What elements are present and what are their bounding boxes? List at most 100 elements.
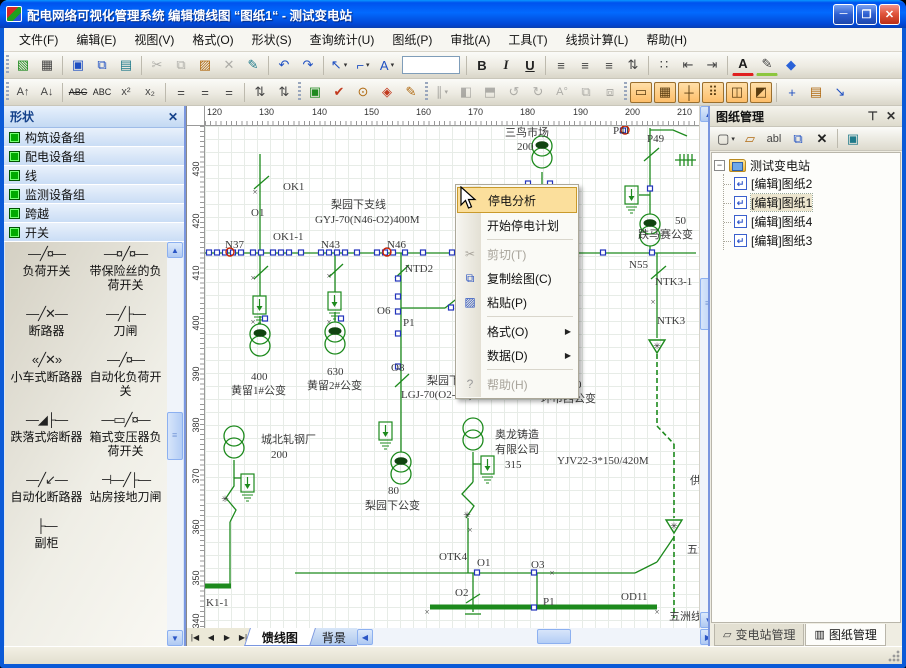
shape-item[interactable]: —╱¤—负荷开关 xyxy=(7,246,86,292)
fill-color-button[interactable]: ◆ xyxy=(780,55,802,76)
menu-item-1[interactable]: 文件(F) xyxy=(10,28,67,51)
shape-item[interactable]: «╱✕»小车式断路器 xyxy=(7,352,86,398)
tree-node-sheet[interactable]: ↵[编辑]图纸4 xyxy=(732,212,898,231)
toolbar-grip[interactable] xyxy=(624,82,627,102)
transformer-symbol[interactable] xyxy=(250,324,270,356)
bold-button[interactable]: B xyxy=(471,55,493,76)
menu-item-7[interactable]: 图纸(P) xyxy=(383,28,441,51)
scroll-up-icon[interactable]: ▲ xyxy=(167,242,183,258)
selection-handle[interactable] xyxy=(279,250,284,255)
shrink-font-button[interactable]: A↓ xyxy=(36,82,58,103)
shapes-panel-close-icon[interactable]: ✕ xyxy=(168,110,178,124)
pan-zoom-button[interactable]: + xyxy=(781,82,803,103)
strikethrough-button[interactable]: ABC xyxy=(67,82,89,103)
highlight-button[interactable]: ✎ xyxy=(756,55,778,76)
diagram-shape[interactable] xyxy=(383,432,389,437)
collapse-icon[interactable]: − xyxy=(714,160,725,171)
save-button[interactable]: ▣ xyxy=(67,55,89,76)
context-menu-item[interactable]: 开始停电计划 xyxy=(457,213,577,237)
panel-tab-2[interactable]: ▥图纸管理 xyxy=(805,624,885,646)
underline-button[interactable]: U xyxy=(519,55,541,76)
feeder-line[interactable] xyxy=(657,537,674,562)
resize-grip[interactable] xyxy=(888,650,900,662)
print-button[interactable]: ▤ xyxy=(115,55,137,76)
diagram-shape[interactable] xyxy=(463,418,483,438)
scroll-left-icon[interactable]: ◀ xyxy=(357,629,373,645)
selection-handle[interactable] xyxy=(650,250,655,255)
diagram-shape[interactable] xyxy=(250,336,270,356)
feeder-line[interactable] xyxy=(635,562,657,573)
color-scheme-toggle-button[interactable]: ◩ xyxy=(750,82,772,103)
rotate-text-button[interactable]: A° xyxy=(551,82,573,103)
dropdown-arrow-icon[interactable]: ▾ xyxy=(344,61,348,69)
shape-category-1[interactable]: 构筑设备组 xyxy=(4,128,184,147)
diagram-shape[interactable] xyxy=(329,327,342,335)
shape-item[interactable]: —╱├—刀闸 xyxy=(86,306,165,338)
selection-handle[interactable] xyxy=(207,250,212,255)
selection-handle[interactable] xyxy=(450,250,455,255)
format-painter-button[interactable]: ✎ xyxy=(242,55,264,76)
theme-button[interactable]: ▣ xyxy=(304,82,326,103)
menu-item-6[interactable]: 查询统计(U) xyxy=(301,28,384,51)
break-x-mark[interactable]: × xyxy=(549,568,554,578)
shape-item[interactable]: —╱↙—自动化断路器 xyxy=(7,472,86,504)
grounding-box-symbol[interactable] xyxy=(481,456,494,483)
copy-sheet-button[interactable]: ⧉ xyxy=(787,128,809,149)
diagram-shape[interactable] xyxy=(629,196,635,201)
connector-tool-button[interactable]: ⌐▾ xyxy=(352,55,374,76)
feeder-line[interactable] xyxy=(395,374,409,387)
diagram-shape[interactable] xyxy=(254,329,267,337)
sheet-tab-1[interactable]: 馈线图 xyxy=(244,628,316,646)
flip-horizontal-button[interactable]: ◧ xyxy=(455,82,477,103)
grid-toggle-button[interactable]: ▦ xyxy=(654,82,676,103)
transformer-symbol[interactable] xyxy=(532,136,552,168)
cable-dashed-line[interactable] xyxy=(657,426,674,444)
selection-handle[interactable] xyxy=(532,605,537,610)
pin-icon[interactable]: ⊤ xyxy=(867,109,877,123)
selection-handle[interactable] xyxy=(299,250,304,255)
menu-item-4[interactable]: 格式(O) xyxy=(183,28,242,51)
transformer-symbol[interactable] xyxy=(391,452,411,484)
panel-close-icon[interactable]: ✕ xyxy=(886,109,896,123)
new-drawing-button[interactable]: ▧ xyxy=(12,55,34,76)
selection-handle[interactable] xyxy=(263,316,268,321)
toolbar-grip[interactable] xyxy=(298,82,301,102)
selection-handle[interactable] xyxy=(259,250,264,255)
grounding-box-symbol[interactable] xyxy=(241,474,254,501)
selection-handle[interactable] xyxy=(343,250,348,255)
minimize-button[interactable]: ─ xyxy=(833,4,854,25)
diagram-shape[interactable] xyxy=(325,334,345,354)
feeder-line[interactable] xyxy=(644,148,659,161)
selection-handle[interactable] xyxy=(287,250,292,255)
pointer-tool-button[interactable]: ↖▾ xyxy=(328,55,350,76)
new-sheet-button[interactable]: ▢▾ xyxy=(715,128,737,149)
selection-handle[interactable] xyxy=(449,305,454,310)
tree-root-substation[interactable]: − 测试变电站 xyxy=(714,157,898,174)
scroll-thumb[interactable] xyxy=(167,412,183,460)
selection-handle[interactable] xyxy=(648,186,653,191)
context-menu-item[interactable]: 数据(D)▶ xyxy=(457,343,577,367)
text-tool-button[interactable]: A▾ xyxy=(376,55,398,76)
selection-handle[interactable] xyxy=(355,250,360,255)
break-x-mark[interactable]: × xyxy=(650,297,655,307)
shape-category-5[interactable]: 跨越 xyxy=(4,204,184,223)
menu-item-8[interactable]: 审批(A) xyxy=(441,28,499,51)
shape-item[interactable]: —◢├—跌落式熔断器 xyxy=(7,412,86,458)
dropdown-arrow-icon[interactable]: ▾ xyxy=(366,61,370,69)
context-menu-item[interactable]: ▨粘贴(P) xyxy=(457,290,577,314)
subscript-button[interactable]: x₂ xyxy=(139,82,161,103)
diagram-shape[interactable] xyxy=(391,464,411,484)
context-menu-item[interactable]: ✂剪切(T) xyxy=(457,242,577,266)
diagram-shape[interactable] xyxy=(532,148,552,168)
transformer-symbol[interactable] xyxy=(463,418,483,450)
shape-item[interactable]: —¤╱¤—带保险丝的负荷开关 xyxy=(86,246,165,292)
bullets-button[interactable]: ∷ xyxy=(653,55,675,76)
connection-points-toggle-button[interactable]: ⠿ xyxy=(702,82,724,103)
selection-handle[interactable] xyxy=(396,276,401,281)
selection-handle[interactable] xyxy=(271,250,276,255)
diagram-shape[interactable] xyxy=(485,466,491,471)
line-spacing-15-button[interactable]: = xyxy=(194,82,216,103)
grounding-box-symbol[interactable] xyxy=(625,186,638,213)
italic-button[interactable]: I xyxy=(495,55,517,76)
feeder-diagram[interactable]: ✳✳✳✳××××××××××三鸟市场200P41P49OK1O1OK1-1N37… xyxy=(205,126,699,628)
